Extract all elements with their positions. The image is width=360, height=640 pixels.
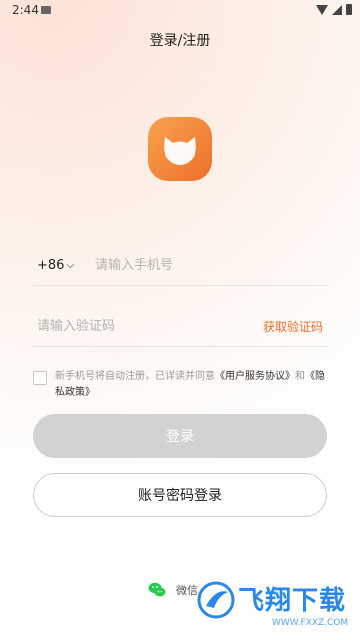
login-button[interactable]: 登录	[33, 414, 327, 458]
country-code-selector[interactable]: +86 ⌵	[33, 258, 87, 273]
watermark-url: WWW.FXXZ.COM	[272, 618, 349, 628]
page-title: 登录/注册	[149, 33, 211, 49]
get-code-button[interactable]: 获取验证码	[263, 318, 327, 335]
wechat-login[interactable]: 微信	[148, 582, 198, 598]
agreement-prefix: 新手机号将自动注册，已详读并同意	[55, 371, 215, 382]
agree-checkbox[interactable]	[33, 371, 47, 385]
wifi-icon	[316, 4, 328, 15]
user-agreement-link[interactable]: 《用户服务协议》	[215, 371, 295, 382]
agreement-text: 新手机号将自动注册，已详读并同意《用户服务协议》和《隐私政策》	[55, 369, 327, 401]
image-notification-icon	[41, 6, 51, 14]
status-icons	[316, 4, 352, 15]
watermark-logo	[197, 581, 235, 619]
app-logo	[148, 117, 212, 181]
signal-icon	[332, 4, 342, 15]
watermark-brand: 飞翔下载	[238, 586, 347, 616]
chevron-down-icon: ⌵	[66, 259, 75, 271]
battery-icon	[346, 4, 352, 15]
phone-row: +86 ⌵	[33, 245, 327, 286]
code-input[interactable]	[33, 317, 219, 335]
country-code: +86	[37, 257, 65, 273]
status-time: 2:44	[12, 3, 39, 17]
code-row: 获取验证码	[33, 306, 327, 347]
wechat-icon	[148, 582, 166, 598]
wechat-label: 微信	[176, 584, 198, 597]
agreement: 新手机号将自动注册，已详读并同意《用户服务协议》和《隐私政策》	[33, 369, 327, 401]
password-login-button[interactable]: 账号密码登录	[33, 473, 327, 517]
agreement-and: 和	[295, 371, 305, 382]
watermark: 飞翔下载 WWW.FXXZ.COM	[196, 578, 358, 634]
cat-icon	[161, 131, 199, 167]
phone-input[interactable]	[87, 256, 297, 274]
status-bar: 2:44	[0, 0, 360, 22]
